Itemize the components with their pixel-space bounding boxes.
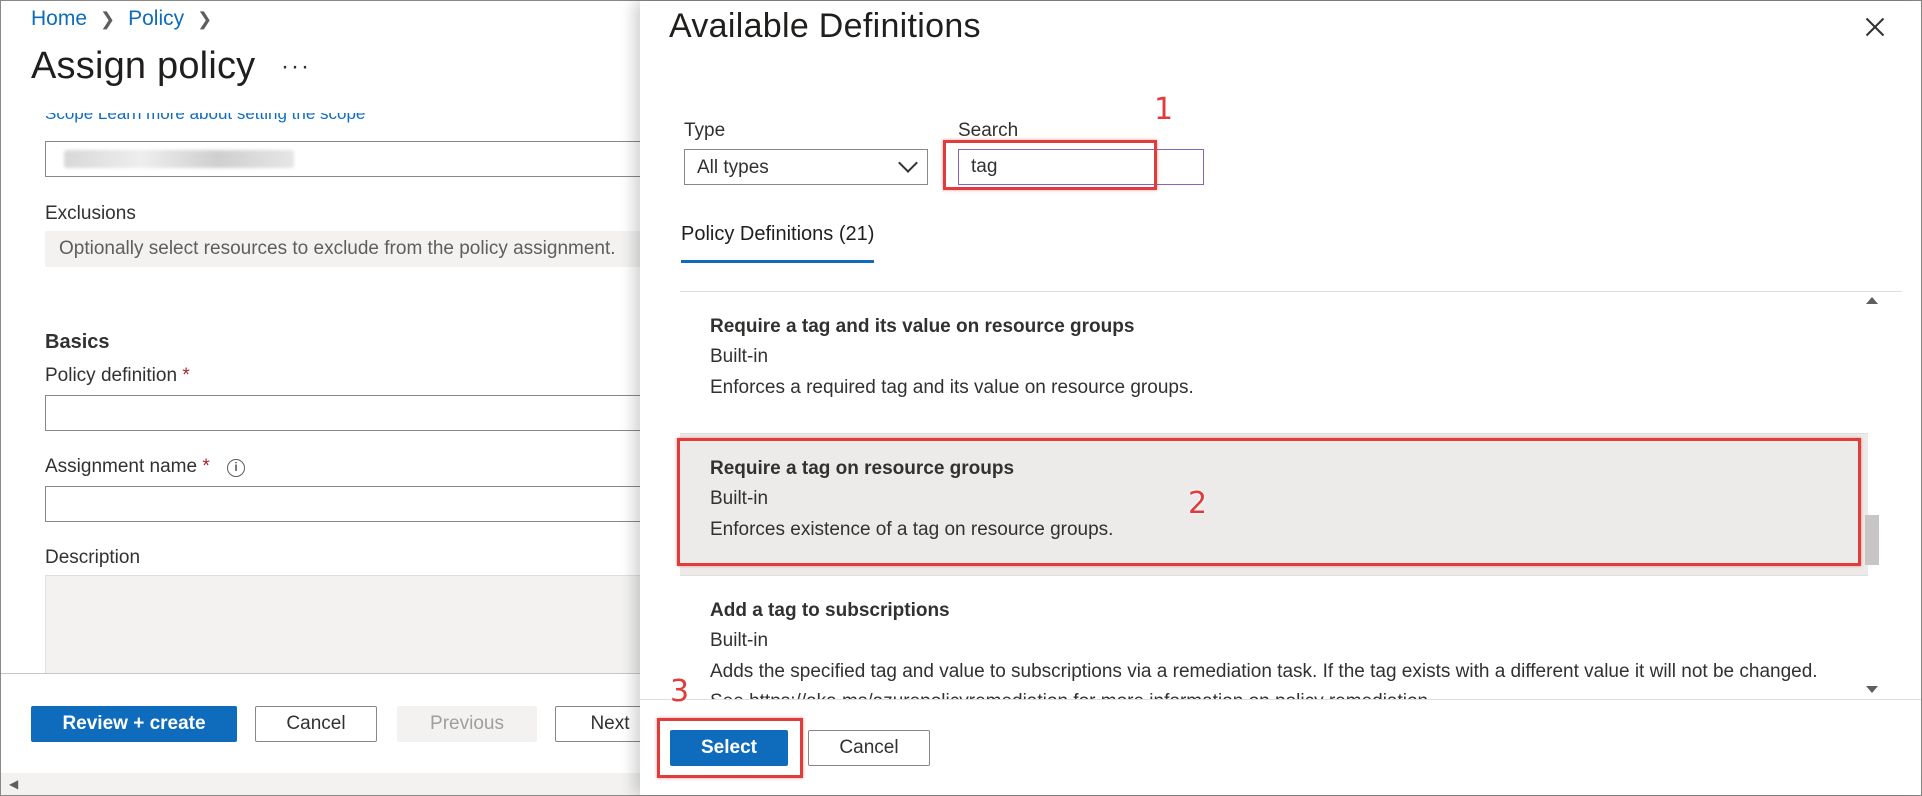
info-icon[interactable]: i bbox=[227, 459, 246, 477]
assignment-name-field[interactable] bbox=[45, 486, 645, 522]
assignment-name-label-text: Assignment name bbox=[45, 456, 198, 477]
annotation-number-3: 3 bbox=[670, 674, 690, 709]
type-dropdown-value: All types bbox=[697, 157, 769, 178]
definition-name: Require a tag and its value on resource … bbox=[710, 316, 1135, 337]
definition-description: Enforces a required tag and its value on… bbox=[710, 377, 1194, 398]
definition-type: Built-in bbox=[710, 630, 769, 651]
annotation-number-1: 1 bbox=[1154, 92, 1174, 127]
scroll-up-icon[interactable] bbox=[1866, 297, 1878, 304]
type-dropdown[interactable]: All types bbox=[684, 149, 928, 185]
description-label: Description bbox=[45, 547, 141, 568]
annotation-box-search bbox=[943, 140, 1157, 190]
type-label: Type bbox=[684, 120, 726, 141]
exclusions-field[interactable]: Optionally select resources to exclude f… bbox=[45, 231, 645, 267]
scope-field[interactable] bbox=[45, 141, 645, 177]
assignment-name-label: Assignment name * i bbox=[45, 456, 246, 478]
chevron-right-icon: ❯ bbox=[100, 8, 116, 29]
definition-name: Add a tag to subscriptions bbox=[710, 600, 950, 621]
breadcrumb-home[interactable]: Home bbox=[31, 7, 87, 31]
scope-label-link[interactable]: Scope Learn more about setting the scope bbox=[45, 113, 365, 123]
required-asterisk: * bbox=[202, 456, 210, 477]
page-title: Assign policy bbox=[31, 45, 256, 87]
definition-description-continued: See https://aka.ms/azurepolicyremediatio… bbox=[710, 691, 1433, 699]
scroll-left-icon[interactable]: ◀ bbox=[9, 777, 18, 791]
panel-title: Available Definitions bbox=[669, 7, 981, 45]
exclusions-label: Exclusions bbox=[45, 203, 136, 224]
scroll-down-icon[interactable] bbox=[1866, 686, 1878, 693]
more-options-icon[interactable]: ··· bbox=[281, 53, 311, 81]
previous-button: Previous bbox=[397, 706, 537, 742]
policy-definition-label-text: Policy definition bbox=[45, 365, 178, 386]
breadcrumb: Home ❯ Policy ❯ bbox=[31, 7, 225, 31]
definition-description: Adds the specified tag and value to subs… bbox=[710, 661, 1818, 682]
vertical-scrollbar[interactable] bbox=[1862, 291, 1880, 699]
basics-heading: Basics bbox=[45, 331, 110, 353]
redacted-scope-value bbox=[64, 150, 294, 168]
chevron-right-icon: ❯ bbox=[197, 8, 213, 29]
close-icon[interactable] bbox=[1858, 11, 1892, 45]
search-label: Search bbox=[958, 120, 1019, 141]
available-definitions-panel: Available Definitions Type All types Sea… bbox=[640, 1, 1921, 795]
annotation-number-2: 2 bbox=[1188, 486, 1208, 521]
panel-cancel-button[interactable]: Cancel bbox=[808, 730, 930, 766]
horizontal-scrollbar[interactable]: ◀ bbox=[1, 773, 641, 795]
panel-footer: Select Cancel bbox=[640, 699, 1921, 795]
description-textarea[interactable] bbox=[45, 575, 645, 673]
tab-policy-definitions[interactable]: Policy Definitions (21) bbox=[681, 223, 875, 263]
assign-policy-footer: Review + create Cancel Previous Next bbox=[1, 673, 665, 773]
annotation-box-select-button bbox=[657, 718, 803, 778]
policy-definition-field[interactable] bbox=[45, 395, 645, 431]
assign-policy-blade: Home ❯ Policy ❯ Assign policy ··· Scope … bbox=[1, 1, 665, 795]
list-item[interactable]: Add a tag to subscriptions Built-in Adds… bbox=[680, 576, 1868, 699]
review-create-button[interactable]: Review + create bbox=[31, 706, 237, 742]
breadcrumb-policy[interactable]: Policy bbox=[128, 7, 184, 31]
cancel-button[interactable]: Cancel bbox=[255, 706, 377, 742]
annotation-box-selected-definition bbox=[677, 438, 1861, 566]
policy-definition-label: Policy definition * bbox=[45, 365, 190, 387]
list-item[interactable]: Require a tag and its value on resource … bbox=[680, 292, 1868, 434]
chevron-down-icon bbox=[898, 153, 918, 173]
definition-type: Built-in bbox=[710, 346, 769, 367]
required-asterisk: * bbox=[182, 365, 190, 386]
scrollbar-thumb[interactable] bbox=[1865, 515, 1879, 565]
